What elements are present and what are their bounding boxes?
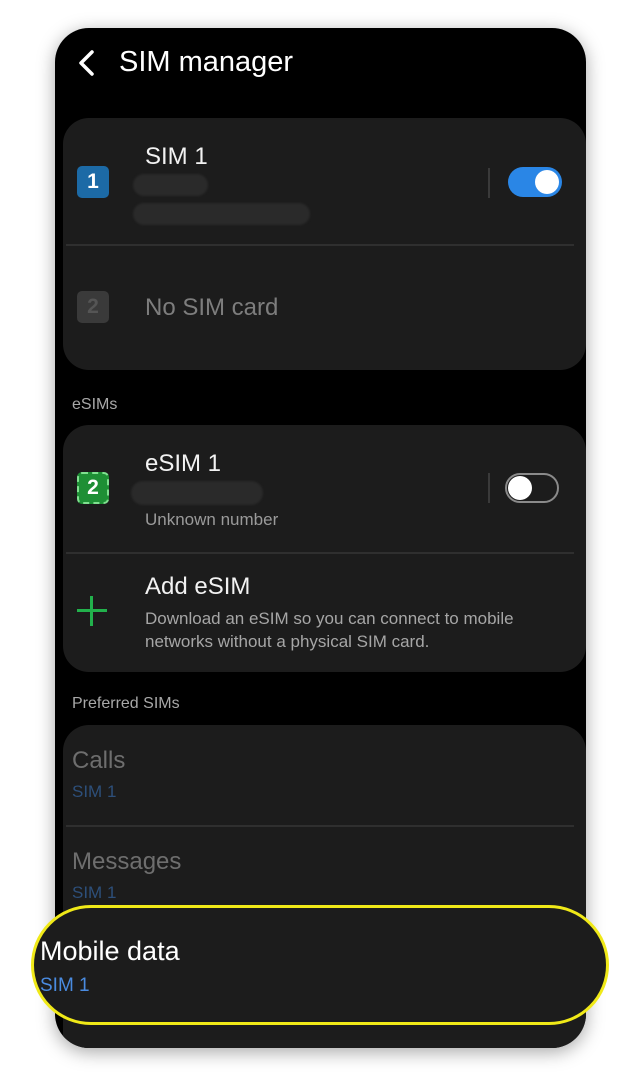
sim-1-row[interactable]: 1 SIM 1 [63,118,586,243]
no-sim-card-label: No SIM card [145,294,279,321]
toggle-knob [508,476,532,500]
page-title: SIM manager [119,46,294,78]
redacted-esim-number [131,481,263,505]
sim-manager-screen: SIM manager 1 SIM 1 2 No SIM card eSIMs … [55,28,586,1048]
plus-icon [77,596,107,626]
section-header-esims: eSIMs [72,396,118,413]
esims-card: 2 eSIM 1 Unknown number Add eSIM Downloa… [63,425,586,672]
add-esim-row[interactable]: Add eSIM Download an eSIM so you can con… [63,554,586,672]
messages-title: Messages [72,848,182,875]
physical-sims-card: 1 SIM 1 2 No SIM card [63,118,586,370]
calls-value: SIM 1 [72,782,117,801]
add-esim-title: Add eSIM [145,573,251,600]
sim-2-row: 2 No SIM card [63,246,586,370]
mobile-data-value: SIM 1 [40,975,90,996]
top-bar: SIM manager [55,28,586,103]
esim-1-icon: 2 [77,472,109,504]
esim-1-subtitle: Unknown number [145,510,279,529]
sim-1-name: SIM 1 [145,143,208,170]
mobile-data-title: Mobile data [40,936,180,966]
esim-1-name: eSIM 1 [145,450,222,477]
esim-1-row[interactable]: 2 eSIM 1 Unknown number [63,425,586,552]
redacted-sim-1-number [133,174,208,196]
row-separator [488,473,490,503]
row-separator [488,168,490,198]
section-header-preferred-sims: Preferred SIMs [72,695,180,712]
toggle-knob [535,170,559,194]
chevron-left-icon [77,49,95,82]
messages-value: SIM 1 [72,883,117,902]
back-button[interactable] [71,48,101,82]
calls-row[interactable]: Calls SIM 1 [63,725,586,825]
calls-title: Calls [72,747,126,774]
sim-1-icon: 1 [77,166,109,198]
sim-1-toggle[interactable] [508,167,562,197]
mobile-data-row[interactable]: Mobile data SIM 1 [31,905,609,1025]
esim-1-toggle[interactable] [505,473,559,503]
add-esim-description: Download an eSIM so you can connect to m… [145,609,514,651]
redacted-sim-1-carrier [133,203,310,225]
sim-2-icon: 2 [77,291,109,323]
